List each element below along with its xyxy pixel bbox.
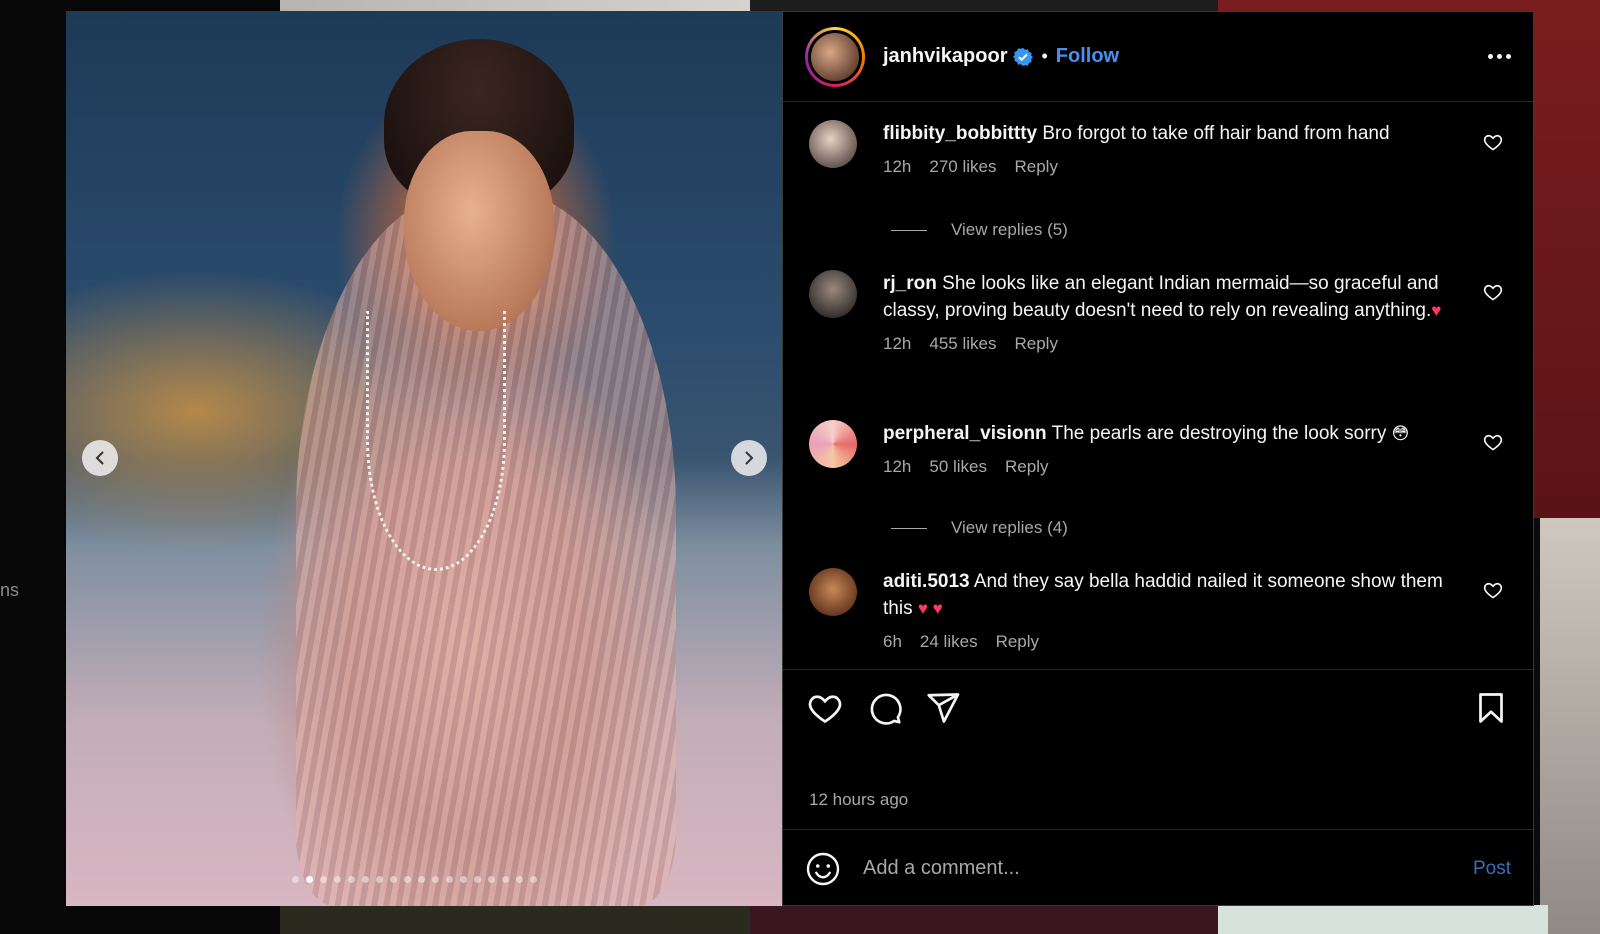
- post-timestamp: 12 hours ago: [809, 790, 909, 809]
- carousel-dot: [348, 876, 355, 883]
- post-photo: [66, 11, 782, 906]
- post-actions: 12 hours ago: [783, 669, 1533, 829]
- comment-time: 6h: [883, 632, 902, 651]
- reply-button[interactable]: Reply: [1014, 334, 1057, 354]
- commenter-username[interactable]: aditi.5013: [883, 571, 970, 592]
- comment-bubble-icon[interactable]: [867, 690, 903, 726]
- comment-likes[interactable]: 455 likes: [929, 334, 996, 354]
- comment-item: aditi.5013 And they say bella haddid nai…: [809, 568, 1509, 652]
- commenter-username[interactable]: flibbity_bobbittty: [883, 123, 1037, 144]
- emoji-picker-icon[interactable]: [805, 851, 841, 887]
- reply-button[interactable]: Reply: [1005, 457, 1048, 477]
- heart-icon[interactable]: [1483, 132, 1503, 152]
- carousel-dot: [292, 876, 299, 883]
- reply-button[interactable]: Reply: [1014, 157, 1057, 177]
- comment-input[interactable]: [863, 857, 1473, 880]
- carousel-dot: [418, 876, 425, 883]
- carousel-dot: [502, 876, 509, 883]
- follow-button[interactable]: Follow: [1056, 45, 1119, 68]
- carousel-dot: [320, 876, 327, 883]
- carousel-dots: [292, 876, 537, 883]
- post-header: janhvikapoor • Follow: [783, 12, 1533, 102]
- carousel-prev-button[interactable]: [82, 440, 118, 476]
- carousel-dot: [306, 876, 313, 883]
- heart-icon[interactable]: [1483, 580, 1503, 600]
- like-heart-icon[interactable]: [807, 690, 843, 726]
- author-avatar[interactable]: [805, 26, 865, 87]
- commenter-username[interactable]: rj_ron: [883, 273, 937, 294]
- share-send-icon[interactable]: [925, 690, 961, 726]
- commenter-avatar[interactable]: [809, 568, 857, 616]
- carousel-dot: [376, 876, 383, 883]
- side-text-fragment: ns: [0, 580, 20, 600]
- carousel-next-button[interactable]: [731, 440, 767, 476]
- comment-item: flibbity_bobbittty Bro forgot to take of…: [809, 120, 1509, 177]
- comment-likes[interactable]: 270 likes: [929, 157, 996, 177]
- comment-item: perpheral_visionn The pearls are destroy…: [809, 420, 1509, 477]
- flushed-face-emoji: 😳: [1391, 424, 1410, 443]
- comment-time: 12h: [883, 157, 912, 176]
- view-replies-label: View replies (4): [951, 518, 1068, 537]
- comment-message: The pearls are destroying the look sorry: [1051, 423, 1387, 444]
- view-replies-button[interactable]: View replies (5): [891, 220, 1068, 240]
- comment-composer: Post: [783, 829, 1533, 907]
- carousel-dot: [432, 876, 439, 883]
- comment-item: rj_ron She looks like an elegant Indian …: [809, 270, 1509, 354]
- comment-time: 12h: [883, 457, 912, 476]
- more-options-icon[interactable]: [1488, 54, 1511, 59]
- comment-message: Bro forgot to take off hair band from ha…: [1042, 123, 1390, 144]
- reply-button[interactable]: Reply: [996, 632, 1039, 652]
- heart-icon[interactable]: [1483, 282, 1503, 302]
- commenter-username[interactable]: perpheral_visionn: [883, 423, 1047, 444]
- carousel-dot: [474, 876, 481, 883]
- chevron-right-icon: [745, 451, 754, 465]
- carousel-dot: [460, 876, 467, 883]
- chevron-left-icon: [95, 451, 104, 465]
- bookmark-icon[interactable]: [1473, 690, 1509, 726]
- comment-text: perpheral_visionn The pearls are destroy…: [883, 420, 1463, 447]
- commenter-avatar[interactable]: [809, 120, 857, 168]
- post-detail-panel: janhvikapoor • Follow flibbity_bobbittty…: [782, 11, 1534, 906]
- comment-text: flibbity_bobbittty Bro forgot to take of…: [883, 120, 1463, 147]
- carousel-dot: [334, 876, 341, 883]
- carousel-dot: [488, 876, 495, 883]
- heart-icon[interactable]: [1483, 432, 1503, 452]
- commenter-avatar[interactable]: [809, 420, 857, 468]
- carousel-dot: [516, 876, 523, 883]
- carousel-dot: [362, 876, 369, 883]
- comment-message: She looks like an elegant Indian mermaid…: [883, 273, 1439, 321]
- comment-likes[interactable]: 50 likes: [929, 457, 987, 477]
- post-comment-button[interactable]: Post: [1473, 858, 1511, 880]
- view-replies-button[interactable]: View replies (4): [891, 518, 1068, 538]
- carousel-dot: [446, 876, 453, 883]
- comments-list: flibbity_bobbittty Bro forgot to take of…: [783, 102, 1533, 667]
- verified-badge-icon: [1013, 47, 1034, 66]
- comment-time: 12h: [883, 334, 912, 353]
- header-separator: •: [1041, 46, 1048, 66]
- author-username[interactable]: janhvikapoor: [883, 45, 1007, 68]
- carousel-dot: [530, 876, 537, 883]
- carousel-dot: [404, 876, 411, 883]
- comment-text: aditi.5013 And they say bella haddid nai…: [883, 568, 1463, 622]
- red-heart-emoji: ♥ ♥: [917, 599, 943, 618]
- carousel-dot: [390, 876, 397, 883]
- comment-text: rj_ron She looks like an elegant Indian …: [883, 270, 1463, 324]
- view-replies-label: View replies (5): [951, 220, 1068, 239]
- commenter-avatar[interactable]: [809, 270, 857, 318]
- comment-likes[interactable]: 24 likes: [920, 632, 978, 652]
- red-heart-emoji: ♥: [1431, 301, 1442, 320]
